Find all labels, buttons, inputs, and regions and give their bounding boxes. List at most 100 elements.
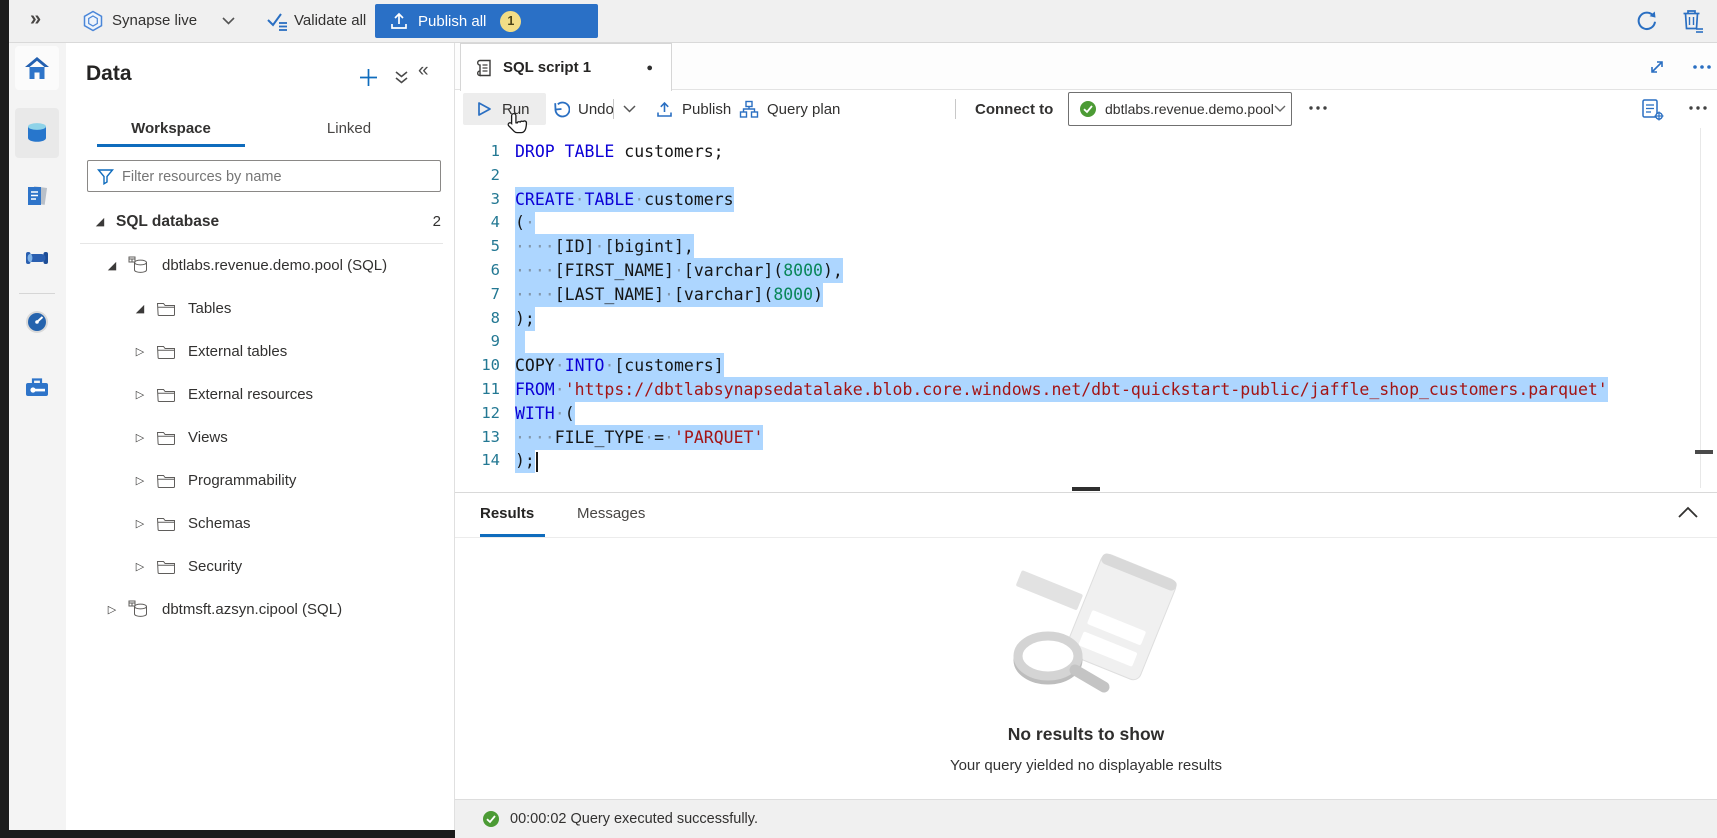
tree-item-sql-database[interactable]: ◢SQL database2 bbox=[66, 200, 455, 243]
code-line[interactable]: 13····FILE_TYPE·=·'PARQUET' bbox=[455, 426, 1717, 450]
tree-item-schemas[interactable]: ▷Schemas bbox=[66, 502, 455, 545]
tab-messages[interactable]: Messages bbox=[577, 505, 645, 522]
publish-button[interactable]: Publish bbox=[655, 90, 731, 128]
integrate-icon bbox=[23, 245, 51, 271]
selection-highlight: ····[ID]·[bigint], bbox=[515, 234, 694, 259]
tree-item-views[interactable]: ▷ Views bbox=[66, 416, 455, 459]
query-plan-button[interactable]: Query plan bbox=[739, 90, 840, 128]
view-settings-icon[interactable] bbox=[1640, 97, 1665, 122]
code-line[interactable]: 5····[ID]·[bigint], bbox=[455, 235, 1717, 259]
undo-button[interactable]: Undo bbox=[551, 90, 614, 128]
data-icon bbox=[23, 120, 51, 146]
tab-linked[interactable]: Linked bbox=[275, 110, 423, 147]
scrollbar-marker[interactable] bbox=[1695, 450, 1713, 454]
expanded-chevron-icon[interactable]: ◢ bbox=[92, 215, 108, 228]
code-line[interactable]: 10COPY·INTO·[customers] bbox=[455, 354, 1717, 378]
line-number: 7 bbox=[455, 283, 500, 307]
code-editor[interactable]: 1DROP TABLE customers;23CREATE·TABLE·cus… bbox=[455, 128, 1717, 492]
folder-icon bbox=[156, 301, 176, 317]
code-line[interactable]: 6····[FIRST_NAME]·[varchar](8000), bbox=[455, 259, 1717, 283]
line-number: 12 bbox=[455, 402, 500, 426]
manage-nav-button[interactable] bbox=[15, 365, 59, 409]
code-line[interactable]: 2 bbox=[455, 164, 1717, 188]
status-message: 00:00:02 Query executed successfully. bbox=[510, 811, 758, 827]
publish-count-badge: 1 bbox=[500, 11, 521, 32]
data-nav-button[interactable] bbox=[15, 108, 59, 158]
expand-editor-icon[interactable] bbox=[1648, 58, 1666, 76]
run-options-chevron-icon[interactable] bbox=[623, 90, 636, 128]
home-icon bbox=[23, 55, 51, 81]
tree-item-external-tables[interactable]: ▷External tables bbox=[66, 330, 455, 373]
line-number: 6 bbox=[455, 259, 500, 283]
connected-check-icon bbox=[1079, 100, 1097, 118]
line-number: 2 bbox=[455, 164, 500, 188]
tab-more-options-icon[interactable] bbox=[1692, 64, 1712, 70]
collapsed-chevron-icon[interactable]: ▷ bbox=[132, 560, 148, 573]
code-line-text: CREATE·TABLE·customers bbox=[515, 188, 734, 212]
integrate-nav-button[interactable] bbox=[15, 236, 59, 280]
home-nav-button[interactable] bbox=[15, 46, 59, 90]
code-line[interactable]: 4(· bbox=[455, 211, 1717, 235]
folder-icon bbox=[156, 473, 176, 489]
add-resource-icon[interactable] bbox=[359, 68, 378, 87]
code-line[interactable]: 11FROM·'https://dbtlabsynapsedatalake.bl… bbox=[455, 378, 1717, 402]
tree-item-label: Views bbox=[188, 429, 228, 446]
selection-highlight: FROM·'https://dbtlabsynapsedatalake.blob… bbox=[515, 377, 1608, 402]
code-line[interactable]: 7····[LAST_NAME]·[varchar](8000) bbox=[455, 283, 1717, 307]
collapsed-chevron-icon[interactable]: ▷ bbox=[132, 474, 148, 487]
expand-double-chevron-icon[interactable]: » bbox=[30, 8, 41, 31]
toolbar-separator bbox=[613, 99, 614, 119]
unsaved-changes-dot: ● bbox=[646, 62, 653, 74]
collapse-all-icon[interactable] bbox=[394, 70, 409, 85]
code-line[interactable]: 8); bbox=[455, 307, 1717, 331]
line-number: 1 bbox=[455, 140, 500, 164]
refresh-icon[interactable] bbox=[1634, 9, 1658, 33]
code-line[interactable]: 14); bbox=[455, 449, 1717, 473]
tree-item-label: External resources bbox=[188, 386, 313, 403]
collapsed-chevron-icon[interactable]: ▷ bbox=[132, 517, 148, 530]
collapsed-chevron-icon[interactable]: ▷ bbox=[104, 603, 120, 616]
chevron-down-icon[interactable] bbox=[222, 17, 235, 25]
validate-all-button[interactable]: Validate all bbox=[294, 12, 366, 29]
publish-all-button[interactable]: Publish all 1 bbox=[375, 4, 598, 38]
filter-input[interactable] bbox=[120, 162, 439, 192]
collapsed-chevron-icon[interactable]: ▷ bbox=[132, 388, 148, 401]
success-check-icon bbox=[482, 810, 500, 828]
code-line[interactable]: 9 bbox=[455, 330, 1717, 354]
tree-item-tables[interactable]: ◢Tables bbox=[66, 287, 455, 330]
tree-item-dbtmsft-azsyn-cipool-sql[interactable]: ▷ dbtmsft.azsyn.cipool (SQL) bbox=[66, 588, 455, 631]
develop-nav-button[interactable] bbox=[15, 174, 59, 218]
connection-dropdown[interactable]: dbtlabs.revenue.demo.pool bbox=[1068, 92, 1292, 126]
line-number: 14 bbox=[455, 449, 500, 473]
tab-workspace[interactable]: Workspace bbox=[97, 110, 245, 147]
tree-item-external-resources[interactable]: ▷ External resources bbox=[66, 373, 455, 416]
editor-scrollbar-gutter bbox=[1700, 128, 1701, 488]
collapsed-chevron-icon[interactable]: ▷ bbox=[132, 431, 148, 444]
toolbar-more-options-icon[interactable] bbox=[1308, 105, 1328, 111]
tree-item-label: Security bbox=[188, 558, 242, 575]
environment-selector[interactable]: Synapse live bbox=[112, 12, 197, 29]
collapse-results-chevron-icon[interactable] bbox=[1677, 506, 1699, 519]
tree-item-security[interactable]: ▷ Security bbox=[66, 545, 455, 588]
code-line[interactable]: 12WITH·( bbox=[455, 402, 1717, 426]
query-plan-label: Query plan bbox=[767, 101, 840, 118]
tree-item-dbtlabs-revenue-demo-pool-sql[interactable]: ◢dbtlabs.revenue.demo.pool (SQL) bbox=[66, 244, 455, 287]
monitor-nav-button[interactable] bbox=[15, 300, 59, 344]
expanded-chevron-icon[interactable]: ◢ bbox=[132, 302, 148, 315]
editor-more-options-icon[interactable] bbox=[1688, 105, 1708, 111]
left-navigation-rail bbox=[9, 42, 67, 830]
code-line[interactable]: 3CREATE·TABLE·customers bbox=[455, 188, 1717, 212]
code-line[interactable]: 1DROP TABLE customers; bbox=[455, 140, 1717, 164]
collapsed-chevron-icon[interactable]: ▷ bbox=[132, 345, 148, 358]
tab-sql-script-1[interactable]: SQL script 1 ● bbox=[460, 43, 672, 91]
results-resize-handle[interactable] bbox=[1072, 487, 1100, 491]
line-number: 4 bbox=[455, 211, 500, 235]
publish-upload-icon bbox=[389, 11, 409, 31]
tree-item-label: dbtmsft.azsyn.cipool (SQL) bbox=[162, 601, 342, 618]
expanded-chevron-icon[interactable]: ◢ bbox=[104, 259, 120, 272]
discard-all-icon[interactable] bbox=[1680, 8, 1705, 34]
publish-icon bbox=[655, 100, 674, 119]
tab-results[interactable]: Results bbox=[480, 505, 534, 522]
tree-item-programmability[interactable]: ▷Programmability bbox=[66, 459, 455, 502]
collapse-panel-icon[interactable]: « bbox=[418, 60, 429, 82]
